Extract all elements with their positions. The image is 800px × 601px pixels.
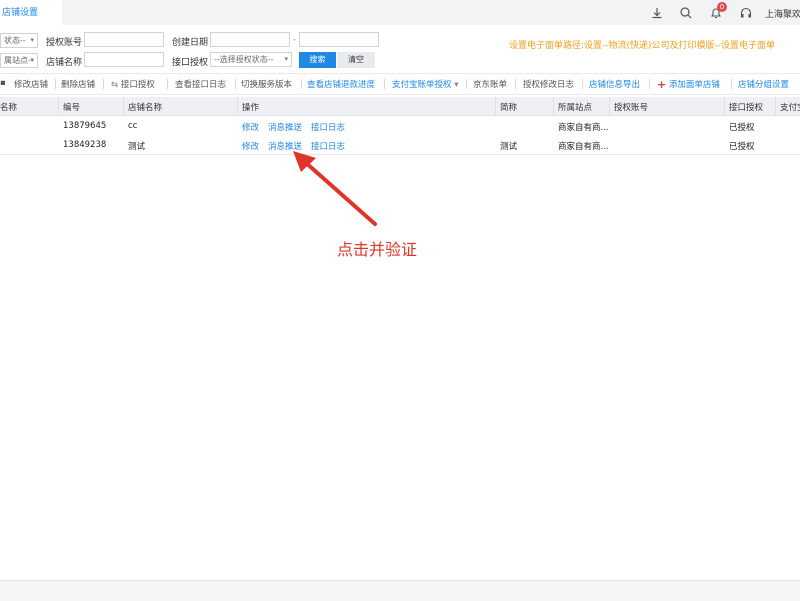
message-push-link[interactable]: 消息推送 <box>268 121 302 133</box>
cell-interface-auth: 已授权 <box>729 142 755 152</box>
cell-short-name: 测试 <box>500 142 518 152</box>
toolbar-divider <box>55 79 56 89</box>
jd-bill-button[interactable]: 京东账单 <box>473 78 507 90</box>
export-shop-info-button[interactable]: 店铺信息导出 <box>589 78 640 90</box>
status-select[interactable]: 状态-- ▾ <box>0 33 38 48</box>
header-shop-name: 店铺名称 <box>128 103 163 113</box>
cell-id: 13879645 <box>63 121 107 131</box>
header-name: 名称 <box>0 103 18 113</box>
header-site: 所属站点 <box>558 103 593 113</box>
chevron-down-icon: ▾ <box>454 80 459 90</box>
edit-shop-button[interactable]: 修改店铺 <box>14 78 48 90</box>
search-icon[interactable] <box>679 6 693 20</box>
toolbar-divider <box>235 79 236 89</box>
add-waybill-shop-label: 添加面单店铺 <box>668 80 720 90</box>
cell-interface-auth: 已授权 <box>729 123 755 133</box>
shop-name-input[interactable] <box>84 52 164 67</box>
header-actions: 操作 <box>242 103 260 113</box>
notification-badge: 0 <box>717 2 727 12</box>
site-select[interactable]: 属站点-- ▾ <box>0 53 38 68</box>
auth-change-log-button[interactable]: 授权修改日志 <box>523 78 574 90</box>
date-separator: - <box>293 35 297 45</box>
message-push-link[interactable]: 消息推送 <box>268 140 302 152</box>
clear-button[interactable]: 清空 <box>337 52 375 68</box>
toggle-icon: ⇆ <box>111 80 119 90</box>
toolbar-divider <box>384 79 385 89</box>
start-date-input[interactable] <box>210 32 290 47</box>
toolbar-divider <box>167 79 168 89</box>
toolbar-divider <box>466 79 467 89</box>
cell-shop-name: 测试 <box>128 142 146 152</box>
interface-auth-select-value: --选择授权状态-- <box>214 55 274 64</box>
table-row[interactable]: 13879645 cc 修改 消息推送 接口日志 商家自有商... 已授权 <box>0 116 800 136</box>
cell-shop-name: cc <box>128 121 138 131</box>
interface-auth-label: 接口授权 <box>172 58 209 68</box>
headset-icon[interactable] <box>739 6 753 20</box>
left-edge-glyph: ▪ <box>0 78 6 88</box>
delete-shop-button[interactable]: 删除店铺 <box>61 78 95 90</box>
search-button[interactable]: 搜索 <box>299 52 336 68</box>
chevron-down-icon: ▾ <box>30 36 34 44</box>
view-interface-log-button[interactable]: 查看接口日志 <box>175 78 226 90</box>
footer-bar <box>0 580 800 601</box>
header-auth-account: 授权账号 <box>614 103 649 113</box>
cell-site: 商家自有商... <box>558 123 609 133</box>
download-icon[interactable] <box>650 6 664 20</box>
toolbar-divider <box>649 79 650 89</box>
edit-link[interactable]: 修改 <box>242 121 259 133</box>
create-date-label: 创建日期 <box>172 38 209 48</box>
action-toolbar: ▪ 修改店铺 删除店铺 ⇆ 接口授权 查看接口日志 切换服务版本 查看店铺退款进… <box>0 73 800 95</box>
auth-account-label: 授权账号 <box>46 38 83 48</box>
user-name[interactable]: 上海聚欢 <box>765 7 800 20</box>
toolbar-divider <box>731 79 732 89</box>
alipay-bill-auth-label: 支付宝账单授权 <box>392 80 452 90</box>
annotation-text: 点击并验证 <box>337 240 418 259</box>
header-alipay: 支付宝 <box>780 103 800 113</box>
toolbar-divider <box>582 79 583 89</box>
interface-auth-button[interactable]: ⇆ 接口授权 <box>111 78 155 90</box>
auth-account-input[interactable] <box>84 32 164 47</box>
site-select-value: 属站点-- <box>4 56 34 65</box>
cell-id: 13849238 <box>63 140 107 150</box>
plus-icon: + <box>657 78 667 91</box>
toolbar-divider <box>515 79 516 89</box>
header-id: 编号 <box>63 103 81 113</box>
interface-auth-button-label: 接口授权 <box>120 80 155 90</box>
header-interface-auth: 接口授权 <box>729 103 764 113</box>
toolbar-divider <box>103 79 104 89</box>
interface-log-link[interactable]: 接口日志 <box>311 140 345 152</box>
shop-name-label: 店铺名称 <box>46 58 83 68</box>
e-waybill-hint: 设置电子面单路径:设置--物流(快递)公司及打印模版--设置电子面单 <box>509 41 776 51</box>
interface-auth-select[interactable]: --选择授权状态-- ▾ <box>210 52 292 67</box>
header-short-name: 简称 <box>500 103 518 113</box>
table-header: 名称 编号 店铺名称 操作 简称 所属站点 授权账号 接口授权 支付宝 <box>0 97 800 116</box>
alipay-bill-auth-button[interactable]: 支付宝账单授权 ▾ <box>392 78 459 90</box>
status-select-value: 状态-- <box>4 36 26 45</box>
add-waybill-shop-button[interactable]: + 添加面单店铺 <box>657 77 720 91</box>
chevron-down-icon: ▾ <box>30 56 34 64</box>
shop-group-settings-button[interactable]: 店铺分组设置 <box>738 78 789 90</box>
interface-log-link[interactable]: 接口日志 <box>311 121 345 133</box>
chevron-down-icon: ▾ <box>284 55 288 63</box>
toolbar-divider <box>301 79 302 89</box>
view-refund-progress-button[interactable]: 查看店铺退款进度 <box>307 78 375 90</box>
table-row[interactable]: 13849238 测试 修改 消息推送 接口日志 测试 商家自有商... 已授权 <box>0 135 800 155</box>
tab-shop-settings[interactable]: 店铺设置 <box>0 0 62 25</box>
edit-link[interactable]: 修改 <box>242 140 259 152</box>
end-date-input[interactable] <box>299 32 379 47</box>
switch-service-version-button[interactable]: 切换服务版本 <box>241 78 292 90</box>
top-tab-bar: 店铺设置 0 上海聚欢 <box>0 0 800 25</box>
cell-site: 商家自有商... <box>558 142 609 152</box>
